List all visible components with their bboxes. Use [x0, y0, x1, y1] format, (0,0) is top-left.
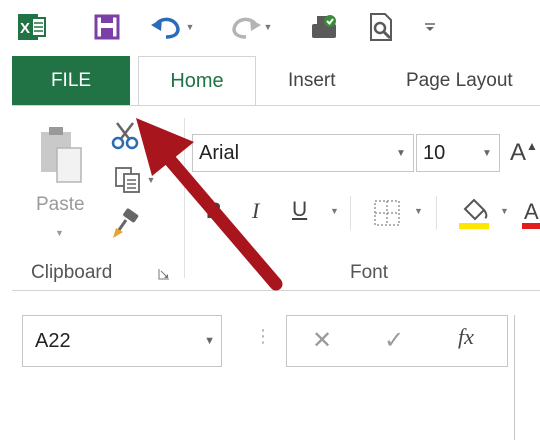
annotation-arrow-icon	[136, 118, 283, 291]
